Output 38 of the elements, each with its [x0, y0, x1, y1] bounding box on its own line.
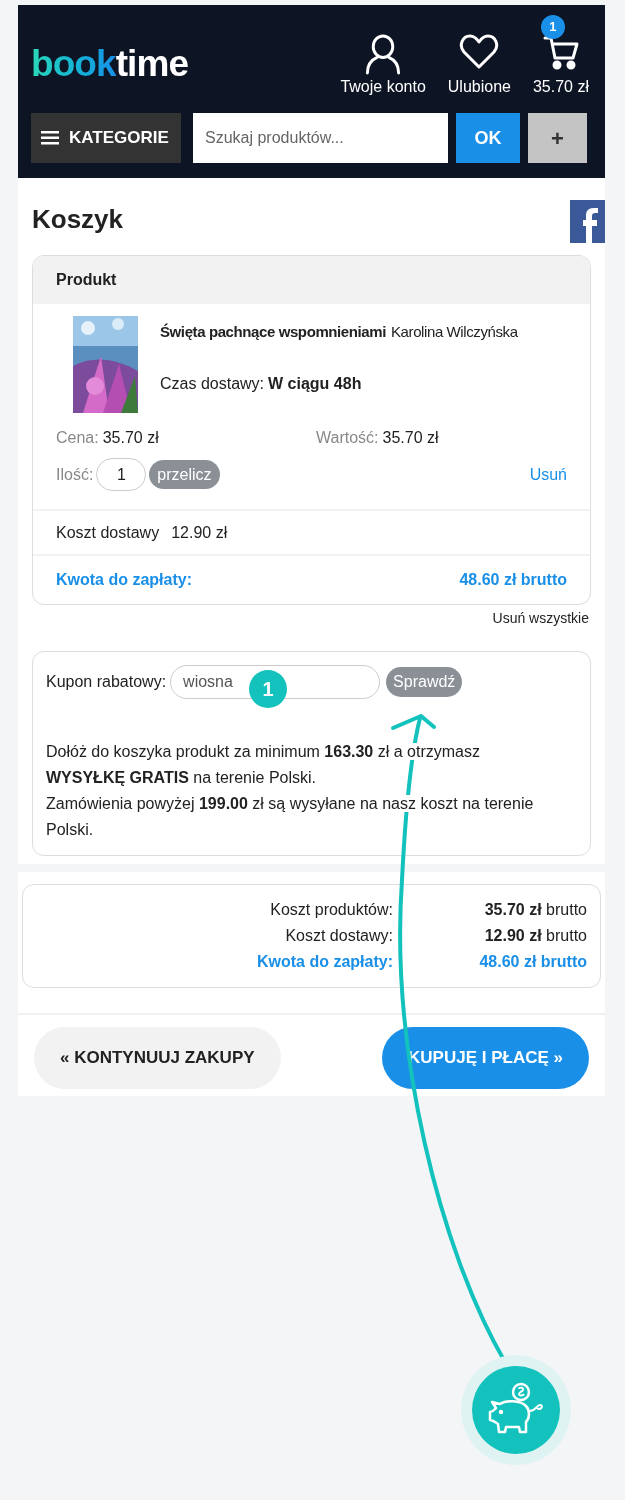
- search-field[interactable]: Szukaj produktów...: [193, 113, 448, 163]
- coupon-label: Kupon rabatowy:: [46, 672, 167, 692]
- count-badge: 1: [540, 15, 565, 39]
- cart-icon: [542, 34, 579, 70]
- menu-icon: [41, 131, 59, 145]
- remove-link[interactable]: Usuń: [529, 462, 567, 487]
- quantity-field[interactable]: 1: [96, 458, 147, 491]
- column-header: Produkt: [33, 256, 590, 304]
- user-icon: [364, 34, 403, 75]
- summary-label: Koszt produktów:: [269, 900, 393, 920]
- plus-button[interactable]: +: [528, 113, 587, 163]
- delivery-time: W ciągu 48h: [268, 373, 362, 394]
- total-label: Wartość:: [316, 428, 379, 448]
- summary-label: Koszt dostawy:: [284, 926, 393, 946]
- summary-value: 48.60 zł brutto: [479, 952, 587, 972]
- total-value: 35.70 zł: [382, 428, 439, 448]
- shipping-note: Dołóż do koszyka produkt za minimum 163.30 zł a otrzymasz WYSYŁKĘ GRATIS na terenie Polski.: [46, 742, 481, 788]
- amount-due-value: 48.60 zł brutto: [459, 570, 567, 590]
- summary-value: 35.70 zł brutto: [484, 900, 587, 920]
- continue-shopping-button[interactable]: « KONTYNUUJ ZAKUPY: [34, 1027, 281, 1089]
- book-title[interactable]: Święta pachnące wspomnieniami: [160, 321, 386, 344]
- amount-due-label: Kwota do zapłaty:: [56, 570, 192, 590]
- shipping-value: 12.90 zł: [171, 522, 228, 543]
- shipping-label: Koszt dostawy: [56, 522, 160, 543]
- categories-button[interactable]: KATEGORIE: [31, 113, 181, 163]
- price-label: Cena:: [56, 428, 99, 448]
- delivery-label: Czas dostawy:: [160, 373, 265, 394]
- heart-icon: [459, 34, 500, 70]
- summary-label: Kwota do zapłaty:: [256, 952, 393, 972]
- book-author: Karolina Wilczyńska: [391, 322, 518, 342]
- remove-all-link[interactable]: Usuń wszystkie: [492, 608, 589, 629]
- page-title: Koszyk: [32, 203, 124, 236]
- nav-link[interactable]: Ulubione: [447, 19, 511, 99]
- facebook-icon[interactable]: [570, 200, 605, 243]
- summary-value: 12.90 zł brutto: [484, 926, 587, 946]
- price-value: 35.70 zł: [102, 428, 159, 448]
- nav-link[interactable]: Twoje konto: [340, 19, 426, 99]
- quantity-label: Ilość:: [56, 464, 94, 485]
